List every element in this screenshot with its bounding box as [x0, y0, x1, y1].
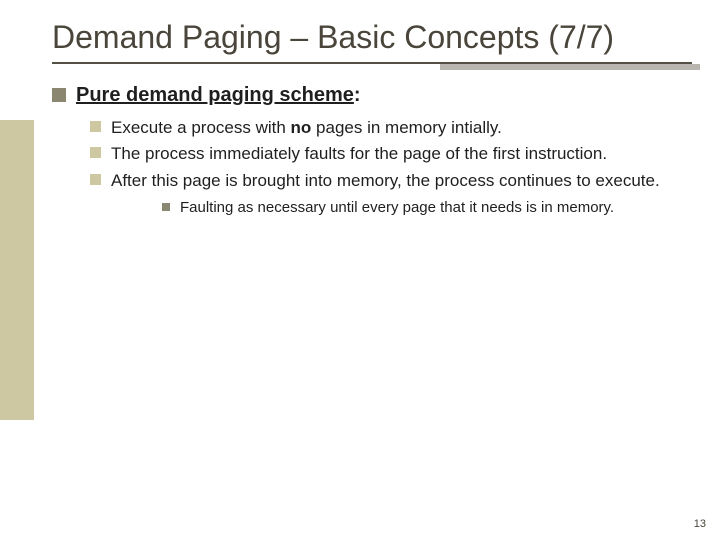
level3-text: Faulting as necessary until every page t…	[180, 198, 614, 218]
decorative-left-band	[0, 120, 34, 420]
bullet-level3: Faulting as necessary until every page t…	[162, 198, 692, 218]
content-area: Pure demand paging scheme: Execute a pro…	[52, 84, 692, 218]
square-bullet-icon	[162, 203, 170, 211]
bullet-level2: The process immediately faults for the p…	[90, 143, 692, 165]
level2-group: Execute a process with no pages in memor…	[90, 117, 692, 218]
level3-group: Faulting as necessary until every page t…	[162, 198, 692, 218]
bullet-level2: Execute a process with no pages in memor…	[90, 117, 692, 139]
level1-colon: :	[354, 84, 361, 106]
bullet-level1: Pure demand paging scheme:	[52, 84, 692, 107]
text-fragment: pages in memory intially.	[311, 118, 502, 137]
level2-text: After this page is brought into memory, …	[111, 170, 660, 192]
page-number: 13	[694, 518, 706, 530]
title-block: Demand Paging – Basic Concepts (7/7)	[52, 18, 692, 64]
slide-title: Demand Paging – Basic Concepts (7/7)	[52, 18, 692, 56]
bullet-level2: After this page is brought into memory, …	[90, 170, 692, 192]
level2-text: Execute a process with no pages in memor…	[111, 117, 502, 139]
text-fragment: The process immediately faults for the p…	[111, 144, 607, 163]
text-bold: no	[291, 118, 312, 137]
text-fragment: Execute a process with	[111, 118, 291, 137]
title-underline-shadow	[440, 64, 700, 70]
level1-text: Pure demand paging scheme:	[76, 84, 361, 107]
level1-underline: Pure demand paging scheme	[76, 84, 354, 106]
square-bullet-icon	[52, 88, 66, 102]
square-bullet-icon	[90, 174, 101, 185]
slide-body: Demand Paging – Basic Concepts (7/7) Pur…	[52, 18, 692, 522]
square-bullet-icon	[90, 147, 101, 158]
square-bullet-icon	[90, 121, 101, 132]
text-fragment: After this page is brought into memory, …	[111, 171, 660, 190]
level2-text: The process immediately faults for the p…	[111, 143, 607, 165]
